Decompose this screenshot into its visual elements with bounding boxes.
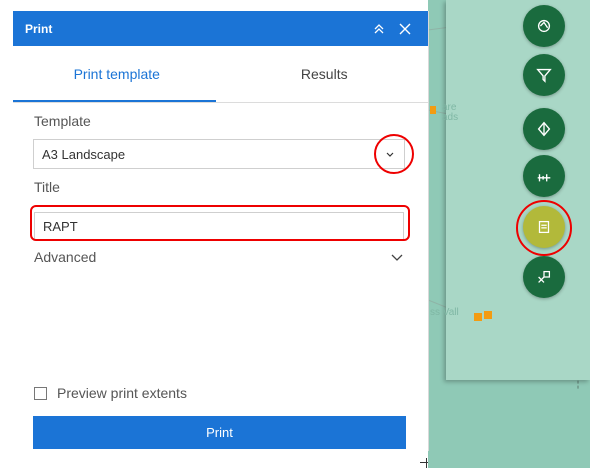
measure-button[interactable] xyxy=(523,155,565,197)
tab-print-template[interactable]: Print template xyxy=(13,46,221,102)
measure-icon xyxy=(537,174,551,182)
advanced-toggle[interactable]: Advanced xyxy=(34,247,404,267)
preview-extents-checkbox[interactable] xyxy=(34,386,47,400)
active-tab-indicator xyxy=(13,100,216,102)
annotation-rectangle xyxy=(30,205,410,241)
template-label: Template xyxy=(34,113,91,129)
filter-icon xyxy=(536,68,552,83)
title-label: Title xyxy=(34,179,60,195)
print-button[interactable]: Print xyxy=(33,416,406,449)
template-value: A3 Landscape xyxy=(42,146,126,162)
panel-title: Print xyxy=(25,21,53,36)
tab-results[interactable]: Results xyxy=(221,46,429,102)
template-select[interactable]: A3 Landscape xyxy=(33,139,405,169)
resize-handle-line xyxy=(420,462,428,463)
close-button[interactable] xyxy=(394,18,416,40)
preview-extents-label: Preview print extents xyxy=(57,385,187,401)
map-label: ss Vall xyxy=(430,307,459,318)
layers-icon xyxy=(537,121,551,137)
map-marker[interactable] xyxy=(430,106,436,114)
filter-button[interactable] xyxy=(523,54,565,96)
annotation-circle xyxy=(374,134,414,174)
legend-button[interactable] xyxy=(523,5,565,47)
chevron-down-icon xyxy=(391,254,403,261)
query-icon xyxy=(538,270,551,283)
map-overlay xyxy=(446,0,590,380)
layers-button[interactable] xyxy=(523,108,565,150)
collapse-button[interactable] xyxy=(368,18,390,40)
preview-extents-option[interactable]: Preview print extents xyxy=(34,385,187,401)
query-button[interactable] xyxy=(523,256,565,298)
double-chevron-up-icon xyxy=(374,23,384,33)
close-icon xyxy=(399,23,411,34)
map-marker[interactable] xyxy=(474,313,482,321)
resize-handle[interactable] xyxy=(426,458,427,468)
panel-header: Print xyxy=(13,11,428,46)
panel-tabs: Print template Results xyxy=(13,46,428,103)
map-label: ads xyxy=(442,112,459,123)
map-marker[interactable] xyxy=(484,311,492,319)
legend-icon xyxy=(537,19,551,33)
advanced-label: Advanced xyxy=(34,249,97,265)
annotation-circle xyxy=(516,200,572,256)
